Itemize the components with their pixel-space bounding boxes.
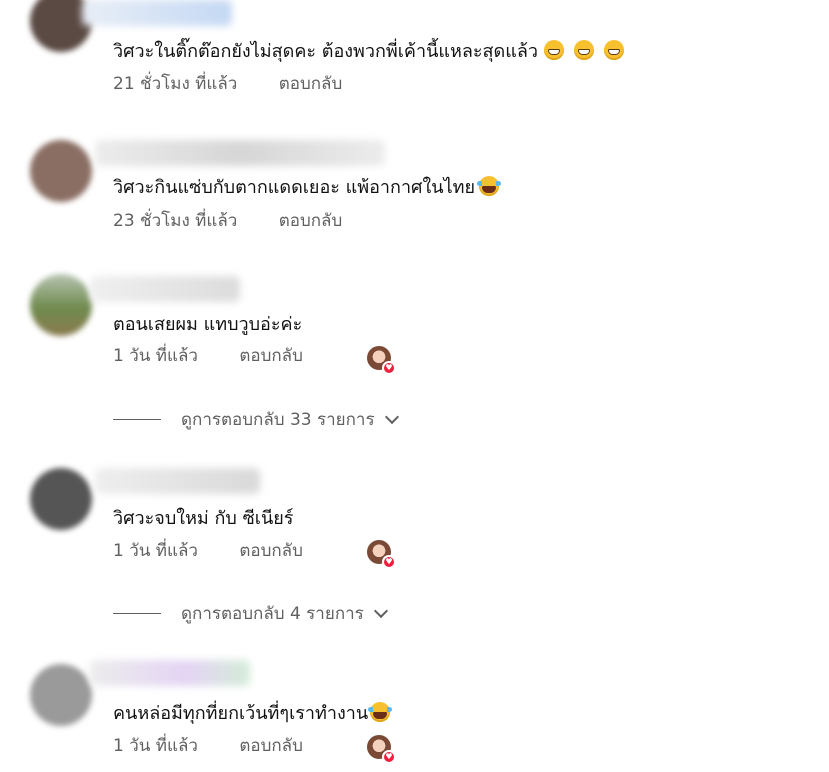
chevron-down-icon <box>373 603 388 619</box>
chevron-down-icon <box>384 409 399 425</box>
avatar[interactable] <box>30 664 92 726</box>
timestamp: 1 วัน ที่แล้ว <box>113 736 198 756</box>
reply-button[interactable]: ตอบกลับ <box>279 73 343 95</box>
view-replies-label: ดูการตอบกลับ 4 รายการ <box>181 604 364 624</box>
avatar[interactable] <box>30 140 92 202</box>
laughing-tears-icon <box>477 176 502 196</box>
creator-liked-icon: ♥ <box>367 540 396 569</box>
heart-icon: ♥ <box>382 361 396 375</box>
username-blurred[interactable] <box>95 140 385 166</box>
heart-icon: ♥ <box>382 555 396 569</box>
divider <box>113 613 161 614</box>
reply-button[interactable]: ตอบกลับ <box>239 540 303 562</box>
avatar[interactable] <box>30 468 92 530</box>
comment-meta: 23 ชั่วโมง ที่แล้ว ตอบกลับ <box>113 210 342 232</box>
comment-text: วิศวะในติ๊กต๊อกยังไม่สุดคะ ต้องพวกพี่เค้… <box>113 40 624 64</box>
heart-icon: ♥ <box>382 750 396 764</box>
comment-text: คนหล่อมีทุกที่ยกเว้นที่ๆเราทำงาน <box>113 702 393 726</box>
view-replies-button[interactable]: ดูการตอบกลับ 4 รายการ <box>113 600 388 627</box>
grin-icon <box>543 40 564 60</box>
comment-text: วิศวะจบใหม่ กับ ซีเนียร์ <box>113 508 294 529</box>
timestamp: 1 วัน ที่แล้ว <box>113 346 198 366</box>
grin-icon <box>603 40 624 60</box>
creator-liked-icon: ♥ <box>367 735 396 764</box>
avatar[interactable] <box>30 274 92 336</box>
comment-meta: 1 วัน ที่แล้ว ตอบกลับ <box>113 540 303 562</box>
creator-liked-icon: ♥ <box>367 346 396 375</box>
comment-meta: 1 วัน ที่แล้ว ตอบกลับ <box>113 735 303 757</box>
view-replies-label: ดูการตอบกลับ 33 รายการ <box>181 410 375 430</box>
comment-text: ตอนเสยผม แทบวูบอ่ะค่ะ <box>113 314 303 335</box>
reply-button[interactable]: ตอบกลับ <box>239 345 303 367</box>
username-blurred[interactable] <box>82 0 232 26</box>
grin-icon <box>573 40 594 60</box>
timestamp: 1 วัน ที่แล้ว <box>113 541 198 561</box>
divider <box>113 419 161 420</box>
username-blurred[interactable] <box>90 660 250 686</box>
reply-button[interactable]: ตอบกลับ <box>279 210 343 232</box>
username-blurred[interactable] <box>95 468 260 494</box>
comment-meta: 1 วัน ที่แล้ว ตอบกลับ <box>113 345 303 367</box>
view-replies-button[interactable]: ดูการตอบกลับ 33 รายการ <box>113 406 399 433</box>
timestamp: 21 ชั่วโมง ที่แล้ว <box>113 74 238 94</box>
timestamp: 23 ชั่วโมง ที่แล้ว <box>113 211 238 231</box>
username-blurred[interactable] <box>90 276 240 302</box>
comment-meta: 21 ชั่วโมง ที่แล้ว ตอบกลับ <box>113 73 342 95</box>
comment-text: วิศวะกินแซ่บกับตากแดดเยอะ แพ้อากาศในไทย <box>113 176 502 200</box>
reply-button[interactable]: ตอบกลับ <box>239 735 303 757</box>
laughing-tears-icon <box>368 702 393 722</box>
